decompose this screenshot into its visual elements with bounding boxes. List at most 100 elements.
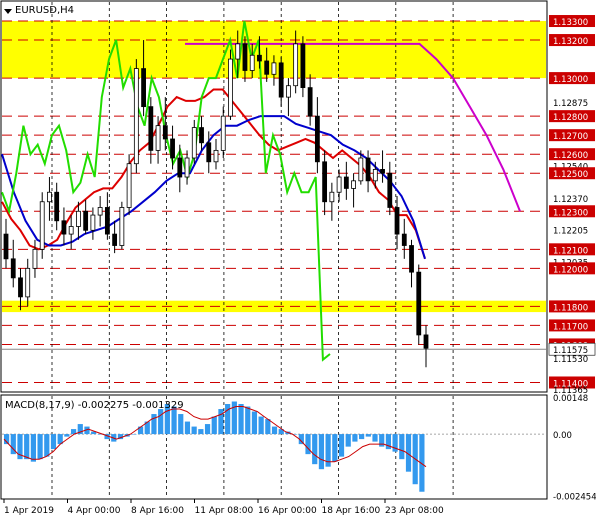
candle-body [358, 157, 364, 182]
macd-bar [338, 434, 345, 457]
time-tick-label: 1 Apr 2019 [4, 506, 54, 516]
candle-body [271, 62, 277, 75]
candle-body [54, 191, 60, 222]
price-tick-label: 1.12800 [553, 113, 588, 123]
macd-bar [24, 434, 30, 460]
price-tick-label: 1.12205 [553, 226, 588, 236]
macd-bar [131, 434, 137, 435]
time-tick-label: 16 Apr 00:00 [258, 506, 317, 516]
candle-body [104, 207, 110, 235]
macd-bar [318, 434, 325, 470]
chart-svg: 1.13300 1.13200 1.13000 1.12875 1.12800 1.127… [0, 0, 596, 516]
candle-body [148, 106, 154, 151]
candle-body [329, 191, 335, 203]
candle-body [18, 277, 23, 298]
candle-body [286, 85, 291, 98]
price-tick-label: 1.13300 [553, 18, 588, 28]
price-tick-label: 1.12000 [553, 265, 588, 275]
macd-bar [245, 406, 251, 435]
macd-bar [305, 434, 311, 455]
candle-body [61, 220, 67, 235]
macd-tick-label: 0.00148 [553, 394, 588, 404]
candle-body [322, 161, 328, 203]
macd-bar [30, 434, 36, 462]
price-tick-label: 1.13000 [553, 75, 588, 85]
candle-body [119, 207, 125, 246]
macd-bar [64, 434, 70, 437]
candle-body [39, 201, 45, 250]
macd-bar [158, 409, 164, 435]
candle-body [170, 138, 175, 159]
time-tick-label: 8 Apr 16:00 [131, 506, 184, 516]
macd-bar [204, 424, 211, 435]
candle-body [387, 172, 393, 208]
symbol-title: EURUSD,H4 [4, 5, 74, 16]
candle-body [365, 157, 371, 182]
candle-body [336, 176, 342, 193]
candle-body [162, 125, 168, 140]
macd-bar [379, 434, 385, 447]
price-tick-label: 1.12875 [553, 99, 588, 109]
candle-body [177, 157, 183, 178]
macd-bar [352, 434, 358, 442]
candle-body [133, 68, 139, 165]
candle-body [249, 54, 255, 71]
price-tick-label: 1.12100 [553, 246, 588, 256]
macd-title: MACD(8,17,9) -0.002275 -0.001329 [5, 400, 184, 411]
candle-body [416, 271, 422, 336]
price-tick-label: 1.11530 [553, 355, 588, 365]
price-tick-label: 1.12370 [553, 195, 588, 205]
candle-body [97, 207, 103, 216]
candle-body [394, 207, 400, 235]
candle-body [235, 43, 241, 60]
macd-tick-label: -0.002454 [553, 493, 596, 503]
price-tick-label: 1.12700 [553, 132, 588, 142]
macd-bar [251, 411, 258, 435]
current-price-label: 1.11575 [553, 346, 588, 356]
candle-body [278, 62, 284, 98]
macd-tick-label: 0.00 [553, 431, 572, 441]
time-tick-label: 11 Apr 08:00 [195, 506, 254, 516]
indicator-line [1, 115, 426, 260]
triangle-icon [4, 9, 12, 14]
candle-body [401, 233, 407, 246]
candle-body [206, 142, 212, 163]
candle-body [83, 210, 89, 231]
symbol-title-text: EURUSD,H4 [15, 5, 74, 16]
candle-body [191, 127, 197, 159]
candle-body [199, 127, 204, 144]
candle-body [3, 233, 9, 260]
candle-body [220, 115, 226, 151]
candle-body [351, 180, 356, 189]
candle-body [300, 43, 306, 89]
macd-bar [271, 426, 278, 435]
macd-bar [178, 414, 184, 435]
price-tick-label: 1.11800 [553, 303, 588, 313]
candle-body [25, 267, 31, 298]
macd-bar [399, 434, 405, 460]
candle-body [112, 233, 118, 246]
chart-window: 1.13300 1.13200 1.13000 1.12875 1.12800 1.127… [0, 0, 596, 521]
candle-body [293, 43, 299, 87]
candle-body [264, 60, 270, 75]
candle-body [32, 248, 38, 269]
macd-bar [359, 434, 365, 440]
candle-body [76, 210, 81, 227]
macd-bar [265, 419, 271, 435]
macd-bar [238, 404, 244, 435]
macd-bar [332, 434, 338, 462]
candle-body [423, 334, 429, 349]
candle-body [257, 54, 262, 62]
candle-body [155, 125, 161, 151]
time-tick-label: 18 Apr 16:00 [322, 506, 381, 516]
macd-bar [37, 434, 43, 460]
candle-body [314, 115, 320, 163]
macd-bar [44, 434, 50, 457]
price-tick-label: 1.13200 [553, 37, 588, 47]
price-tick-label: 1.12500 [553, 170, 588, 180]
candle-body [10, 258, 16, 279]
candle-body [380, 169, 385, 174]
candle-body [343, 176, 349, 189]
macd-bar [365, 434, 371, 437]
candle-body [47, 191, 52, 203]
